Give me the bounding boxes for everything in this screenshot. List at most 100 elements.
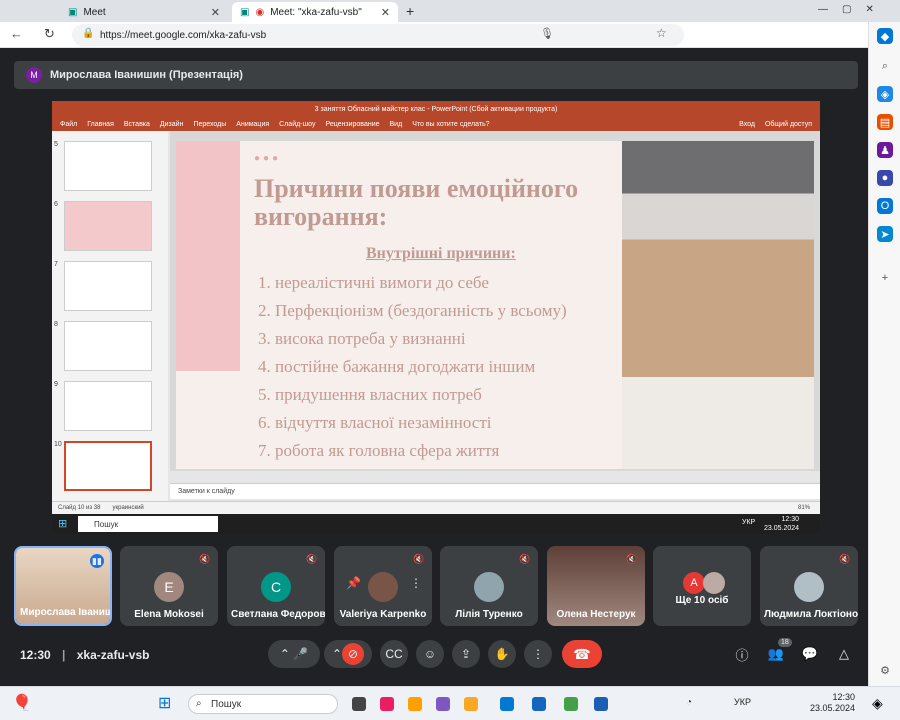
reactions-button[interactable]: ☺	[416, 640, 444, 668]
microphone-icon: 🎤	[293, 647, 309, 661]
clock[interactable]: 12:30 23.05.2024	[810, 692, 855, 714]
back-icon[interactable]: ←	[10, 26, 23, 41]
presenter-name: Мирослава Іванишин (Презентація)	[50, 69, 243, 81]
ppt-menu-slideshow[interactable]: Слайд-шоу	[279, 121, 315, 128]
notes-pane[interactable]: Заметки к слайду	[170, 483, 820, 499]
presenter-bar: M Мирослава Іванишин (Презентація)	[14, 61, 858, 89]
task-view-icon[interactable]	[352, 697, 366, 711]
edge-icon[interactable]	[500, 697, 514, 711]
office-icon[interactable]: ●	[877, 170, 893, 186]
more-options-button[interactable]: ⋮	[524, 640, 552, 668]
end-call-button[interactable]: ☎	[562, 640, 602, 668]
copilot-icon[interactable]: ◈	[872, 695, 883, 712]
slide-thumbnail[interactable]	[64, 381, 152, 431]
avatar	[368, 572, 398, 602]
activities-icon: △	[839, 646, 849, 661]
ppt-login[interactable]: Вход	[739, 121, 755, 128]
app-icon[interactable]	[408, 697, 422, 711]
close-icon[interactable]: ✕	[211, 6, 220, 19]
avatar	[474, 572, 504, 602]
more-icon: ⋮	[532, 647, 544, 661]
participant-tile[interactable]: 🔇 С Светлана Федорова	[227, 546, 325, 626]
slide-title: Причини появи емоційного вигорання:	[254, 174, 579, 231]
slide-thumbnail[interactable]	[64, 321, 152, 371]
microphone-icon[interactable]: 🎙	[540, 27, 554, 40]
window-controls[interactable]: —▢✕	[818, 4, 888, 15]
ppt-menu-design[interactable]: Дизайн	[160, 121, 184, 128]
slide-thumbnail[interactable]	[64, 261, 152, 311]
url-input[interactable]: 🔒 https://meet.google.com/xka-zafu-vsb	[72, 24, 684, 46]
ppt-menu-home[interactable]: Главная	[87, 121, 114, 128]
present-button[interactable]: ⇪	[452, 640, 480, 668]
shopping-icon[interactable]: ◈	[877, 86, 893, 102]
new-tab-button[interactable]: +	[406, 3, 414, 19]
speaking-icon: ▮▮	[90, 554, 104, 568]
slide-thumbnail-selected[interactable]	[64, 441, 152, 491]
participant-tile[interactable]: 🔇 Олена Нестерук	[547, 546, 645, 626]
folder-icon[interactable]	[464, 697, 478, 711]
mic-off-icon: 🔇	[306, 553, 318, 564]
captions-icon: CC	[385, 647, 403, 661]
app-icon[interactable]	[380, 697, 394, 711]
games-icon[interactable]: ♟	[877, 142, 893, 158]
participant-tile[interactable]: 🔇 Лілія Туренко	[440, 546, 538, 626]
microphone-button[interactable]: ⌃ 🎤	[268, 640, 320, 668]
windows-start-icon: ⊞	[58, 518, 68, 530]
ppt-menu-view[interactable]: Вид	[390, 121, 403, 128]
search-icon[interactable]: ⌕	[877, 58, 893, 74]
refresh-icon[interactable]: ↻	[44, 26, 55, 42]
windows-start-icon[interactable]: ⊞	[158, 693, 171, 713]
word-icon[interactable]	[594, 697, 608, 711]
people-button[interactable]: 👥 18	[766, 638, 792, 664]
slide-thumbnail[interactable]	[64, 141, 152, 191]
hand-icon: ✋	[494, 647, 510, 661]
raise-hand-button[interactable]: ✋	[488, 640, 516, 668]
star-icon[interactable]: ☆	[656, 26, 667, 40]
widgets-icon[interactable]: 🎈	[12, 693, 32, 713]
meeting-time: 12:30 | xka-zafu-vsb	[20, 648, 150, 662]
captions-button[interactable]: CC	[380, 640, 408, 668]
ppt-status-bar: Слайд 10 из 38 украинский 81%	[52, 501, 820, 514]
activities-button[interactable]: △	[834, 644, 854, 664]
windows-taskbar: 🎈 ⊞ ⌕ Пошук ◔ УКР 12:30 23.05.2024 ◈	[0, 686, 900, 720]
slide-thumbnail[interactable]	[64, 201, 152, 251]
info-button[interactable]: ⓘ	[732, 644, 752, 664]
viber-icon[interactable]	[436, 697, 450, 711]
meeting-code: xka-zafu-vsb	[76, 648, 150, 662]
add-icon[interactable]: +	[877, 270, 893, 286]
zoom-level[interactable]: 81%	[798, 505, 810, 511]
settings-icon[interactable]: ⚙	[877, 662, 893, 678]
close-icon[interactable]: ✕	[381, 6, 390, 19]
participant-tile[interactable]: 🔇 📌 ⋮ Valeriya Karpenko	[334, 546, 432, 626]
ppt-menu-review[interactable]: Рецензирование	[325, 121, 379, 128]
tab-meet[interactable]: ▣ Meet ✕	[60, 2, 228, 22]
participant-tile[interactable]: 🔇 Людмила Локтіонова	[760, 546, 858, 626]
chat-button[interactable]: 💬	[800, 644, 820, 664]
wifi-icon[interactable]: ◔	[686, 697, 692, 708]
participant-tile[interactable]: 🔇 E Elena Mokosei	[120, 546, 218, 626]
tab-meet-call[interactable]: ▣ ◉ Meet: "xka-zafu-vsb" ✕	[232, 2, 398, 22]
ppt-tell-me[interactable]: Что вы хотите сделать?	[412, 121, 489, 128]
ppt-menu-insert[interactable]: Вставка	[124, 121, 150, 128]
send-icon[interactable]: ➤	[877, 226, 893, 242]
participant-tile[interactable]: ▮▮ Мирослава Іванишин	[14, 546, 112, 626]
mic-off-icon: 🔇	[199, 553, 211, 564]
ppt-menu-animation[interactable]: Анимация	[236, 121, 269, 128]
chrome-icon[interactable]	[564, 697, 578, 711]
ppt-menu-transitions[interactable]: Переходы	[193, 121, 226, 128]
camera-button[interactable]: ⌃ ⊘	[324, 640, 372, 668]
taskbar-search[interactable]: ⌕ Пошук	[188, 694, 338, 714]
tools-icon[interactable]: ▤	[877, 114, 893, 130]
dots-decoration: ●●●	[254, 153, 282, 164]
language-indicator[interactable]: УКР	[734, 697, 751, 707]
ppt-share[interactable]: Общий доступ	[765, 121, 812, 128]
pin-icon[interactable]: 📌	[346, 576, 361, 590]
copilot-icon[interactable]: ◆	[877, 28, 893, 44]
outlook-icon[interactable]: O	[877, 198, 893, 214]
people-count-badge: 18	[778, 638, 792, 647]
ppt-menu-file[interactable]: Файл	[60, 121, 77, 128]
lock-icon: 🔒	[82, 28, 95, 39]
participant-tile-more[interactable]: A Ще 10 осіб	[653, 546, 751, 626]
more-options-icon[interactable]: ⋮	[410, 576, 422, 590]
store-icon[interactable]	[532, 697, 546, 711]
